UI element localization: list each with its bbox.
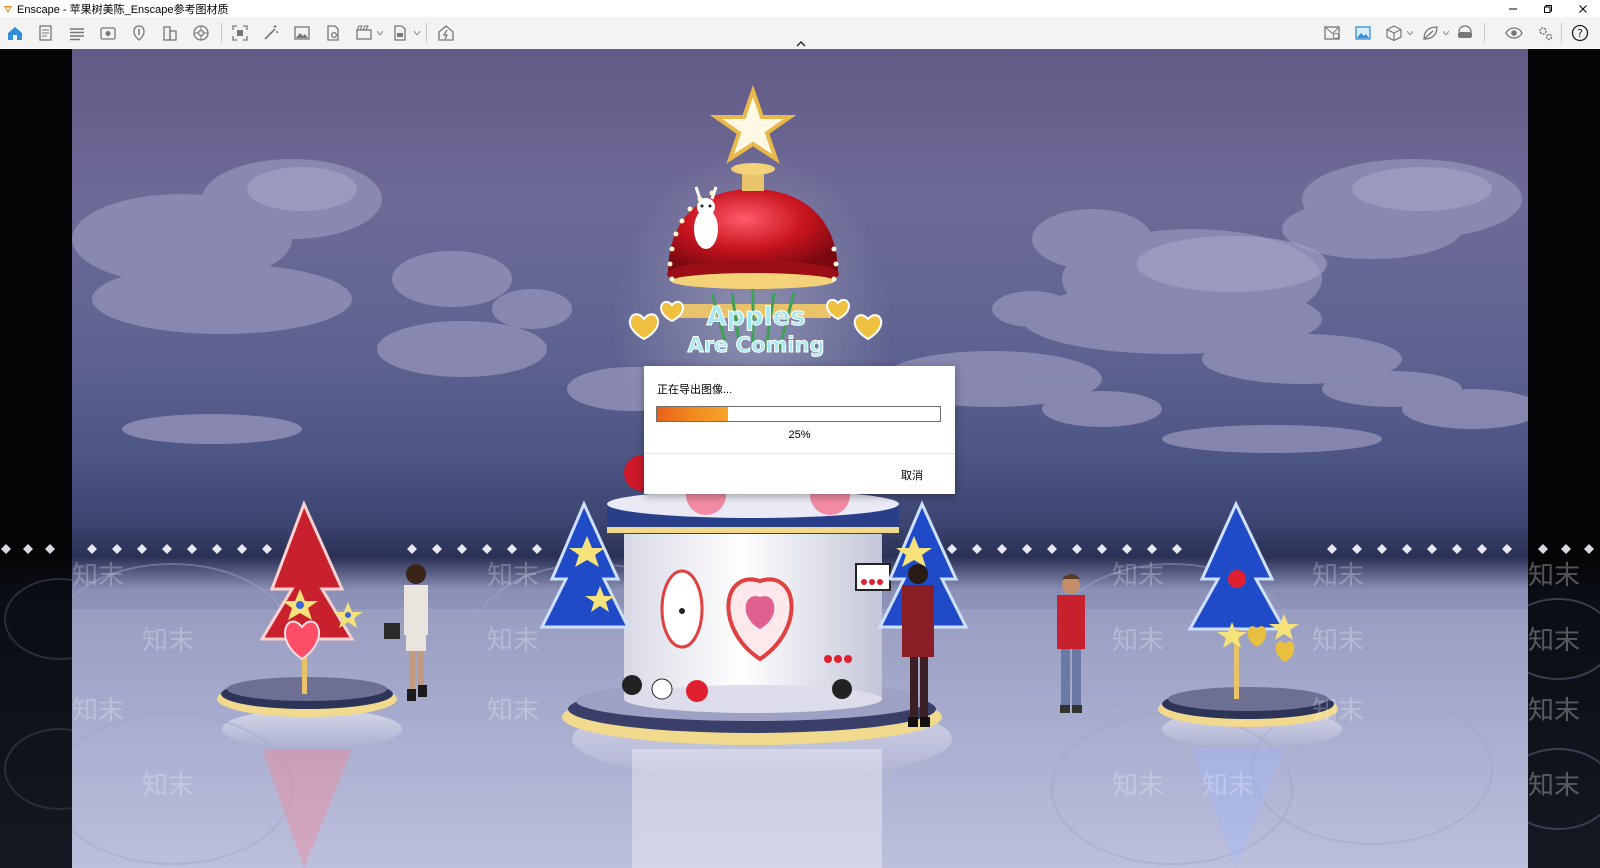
render-viewport[interactable]: Apples Are Coming 知末 知末 知末 知末 知末 知末 知末 知… <box>0 49 1600 868</box>
export-icon <box>394 25 406 41</box>
close-button[interactable] <box>1565 0 1600 17</box>
eye-button[interactable] <box>1505 24 1523 42</box>
toolbar-separator <box>426 23 427 43</box>
document-settings-button[interactable] <box>324 24 342 42</box>
building-button[interactable] <box>161 24 179 42</box>
viewport-right-border: 知末 知末 知末 知末 <box>1528 49 1600 868</box>
magic-wand-icon <box>264 25 278 40</box>
chevron-down-icon[interactable] <box>414 31 420 35</box>
watermark-text: 知末 <box>1528 771 1580 801</box>
window-controls <box>1495 0 1600 17</box>
minimize-icon <box>1508 8 1517 9</box>
watermark-text: 知末 <box>1112 561 1164 591</box>
export-progress-dialog: 正在导出图像... 25% 取消 <box>644 366 955 494</box>
watermark-text: 知末 <box>142 626 194 656</box>
collapse-toolbar-icon[interactable] <box>796 41 806 47</box>
image-button[interactable] <box>293 24 311 42</box>
cube-icon <box>1386 25 1402 42</box>
document-settings-icon <box>327 25 339 41</box>
upload-button[interactable] <box>437 24 455 42</box>
view-button[interactable] <box>99 24 117 42</box>
capture-button[interactable] <box>130 24 148 42</box>
image-gallery-button[interactable] <box>1354 24 1372 42</box>
watermark-text: 知末 <box>1528 561 1580 591</box>
dialog-divider <box>644 453 955 454</box>
toolbar-separator <box>221 23 222 43</box>
image-gallery-icon <box>1355 26 1371 40</box>
document-icon <box>39 25 52 41</box>
leaf-icon <box>1423 26 1438 40</box>
watermark-text: 知末 <box>1312 561 1364 591</box>
bim-icon <box>70 28 84 41</box>
image-icon <box>294 26 310 40</box>
title-bar: Enscape - 苹果树美陈_Enscape参考图材质 <box>0 0 1600 17</box>
chevron-down-icon[interactable] <box>1407 31 1413 35</box>
minimize-button[interactable] <box>1495 0 1530 17</box>
watermark-text: 知末 <box>72 561 124 591</box>
sign-line2: Are Coming <box>687 333 824 357</box>
progress-fill <box>657 407 728 421</box>
export-progress-bar <box>656 406 941 422</box>
vr-headset-icon <box>1458 25 1472 38</box>
watermark-text: 知末 <box>487 696 539 726</box>
watermark-text: 知末 <box>1112 771 1164 801</box>
dialog-title: 正在导出图像... <box>657 384 733 396</box>
toolbar-separator <box>1484 23 1485 43</box>
cancel-button[interactable]: 取消 <box>901 467 923 483</box>
cube-button[interactable] <box>1385 24 1403 42</box>
gear-icon <box>1539 27 1553 41</box>
eye-icon <box>1505 27 1523 39</box>
window-title: Enscape - 苹果树美陈_Enscape参考图材质 <box>17 3 229 16</box>
leaf-button[interactable] <box>1421 24 1439 42</box>
capture-icon <box>133 25 145 41</box>
watermark-text: 知末 <box>142 771 194 801</box>
home-icon <box>8 27 22 40</box>
gear-button[interactable] <box>1536 24 1554 42</box>
chevron-down-icon[interactable] <box>1443 31 1449 35</box>
help-label: ? <box>1577 27 1583 40</box>
settings-wheel-button[interactable] <box>192 24 210 42</box>
help-button[interactable]: ? <box>1571 24 1589 42</box>
toolbar-separator <box>1561 23 1562 43</box>
watermark-text: 知末 <box>1312 696 1364 726</box>
upload-icon <box>438 25 454 41</box>
vr-headset-button[interactable] <box>1456 24 1474 42</box>
settings-wheel-icon <box>193 25 209 41</box>
home-button[interactable] <box>6 24 24 42</box>
view-icon <box>100 27 116 40</box>
watermark-text: 知末 <box>487 626 539 656</box>
watermark-text: 知末 <box>1312 626 1364 656</box>
document-button[interactable] <box>37 24 55 42</box>
building-icon <box>163 26 177 41</box>
restore-icon <box>1543 4 1552 13</box>
screenshot-icon <box>232 25 248 41</box>
watermark-text: 知末 <box>1112 626 1164 656</box>
enscape-logo-icon <box>4 5 12 13</box>
watermark-text: 知末 <box>1528 696 1580 726</box>
sign-line1: Apples <box>706 302 805 332</box>
video-icon <box>356 25 372 40</box>
screenshot-button[interactable] <box>231 24 249 42</box>
progress-percentage: 25% <box>788 429 811 441</box>
restore-button[interactable] <box>1530 0 1565 17</box>
video-button[interactable] <box>355 24 373 42</box>
watermark-text: 知末 <box>72 696 124 726</box>
map-button[interactable] <box>1323 24 1341 42</box>
watermark-text: 知末 <box>1202 771 1254 801</box>
help-icon: ? <box>1571 24 1589 42</box>
viewport-left-border <box>0 49 72 868</box>
watermark-text: 知末 <box>1528 626 1580 656</box>
magic-wand-button[interactable] <box>262 24 280 42</box>
export-button[interactable] <box>391 24 409 42</box>
watermark-text: 知末 <box>487 561 539 591</box>
chevron-down-icon[interactable] <box>377 31 383 35</box>
close-icon <box>1578 4 1587 13</box>
bim-button[interactable] <box>68 24 86 42</box>
map-icon <box>1324 26 1340 40</box>
